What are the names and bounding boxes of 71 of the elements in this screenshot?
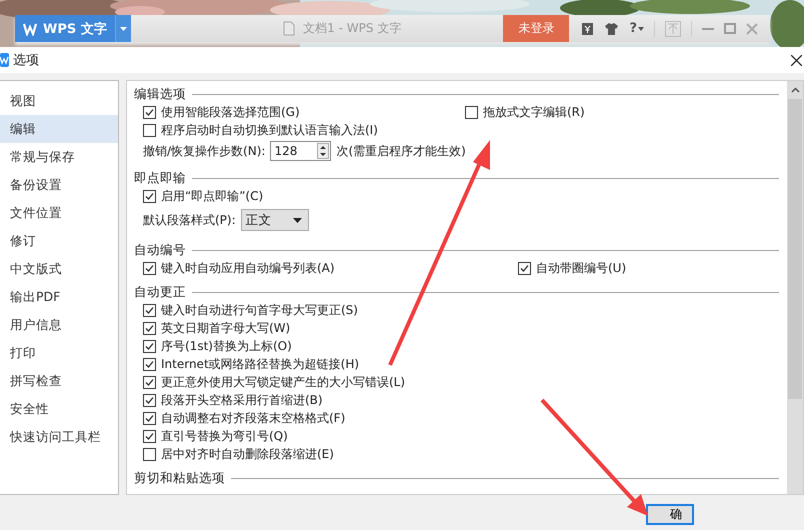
checkbox-label: 使用智能段落选择范围(G) xyxy=(161,104,300,120)
checkbox[interactable] xyxy=(143,124,156,136)
field-label: 撤销/恢复操作步数(N): xyxy=(143,142,266,160)
app-menu-button[interactable] xyxy=(115,15,131,42)
shirt-icon[interactable] xyxy=(604,22,620,36)
checkbox[interactable] xyxy=(143,262,156,274)
sidebar-item[interactable]: 编辑 xyxy=(0,115,118,143)
style-dropdown[interactable]: 正文 xyxy=(240,209,309,231)
checkbox-label: 键入时自动进行句首字母大写更正(S) xyxy=(161,302,358,318)
caret-icon xyxy=(120,26,127,30)
help-button[interactable]: ? xyxy=(629,21,644,36)
sidebar-item[interactable]: 拼写检查 xyxy=(0,367,118,395)
checkbox[interactable] xyxy=(143,358,156,370)
document-title: 文档1 - WPS 文字 xyxy=(303,20,402,37)
confirm-button[interactable]: 确 xyxy=(646,504,694,525)
section-title: 自动更正 xyxy=(134,284,186,300)
checkbox-label: 自动调整右对齐段落末空格格式(F) xyxy=(161,410,346,426)
sidebar-item[interactable]: 输出PDF xyxy=(0,283,118,311)
checkbox[interactable] xyxy=(143,106,156,118)
checkbox[interactable] xyxy=(143,394,156,406)
field-label: 默认段落样式(P): xyxy=(143,212,236,228)
sidebar-item[interactable]: 安全性 xyxy=(0,395,118,423)
section-title: 自动编号 xyxy=(134,242,186,258)
app-logo-button[interactable]: WPS 文字 xyxy=(15,15,115,42)
caret-icon xyxy=(638,26,644,30)
w-logo-icon xyxy=(23,22,37,36)
app-name: WPS 文字 xyxy=(43,20,107,38)
wallet-icon[interactable] xyxy=(581,22,594,36)
checkbox[interactable] xyxy=(143,190,156,202)
checkbox[interactable] xyxy=(143,376,156,388)
checkbox-label: 更正意外使用大写锁定键产生的大小写错误(L) xyxy=(161,374,406,390)
checkbox-label: 直引号替换为弯引号(Q) xyxy=(161,428,288,444)
sidebar-item[interactable]: 打印 xyxy=(0,339,118,367)
checkbox-label: 居中对齐时自动删除段落缩进(E) xyxy=(161,446,334,462)
checkbox-label: 拖放式文字编辑(R) xyxy=(483,104,585,120)
checkbox[interactable] xyxy=(518,262,531,274)
scroll-up-icon[interactable] xyxy=(790,87,800,93)
checkbox-label: 启用“即点即输”(C) xyxy=(161,188,264,204)
checkbox-label: 段落开头空格采用行首缩进(B) xyxy=(161,392,323,408)
section-title: 剪切和粘贴选项 xyxy=(134,470,225,486)
checkbox[interactable] xyxy=(143,322,156,334)
sidebar-item[interactable]: 文件位置 xyxy=(0,199,118,227)
section-title: 编辑选项 xyxy=(134,86,186,102)
sidebar-item[interactable]: 修订 xyxy=(0,227,118,255)
checkbox-label: 序号(1st)替换为上标(O) xyxy=(161,338,292,354)
checkbox[interactable] xyxy=(143,340,156,352)
close-icon[interactable] xyxy=(791,54,802,66)
checkbox[interactable] xyxy=(143,412,156,424)
checkbox-label: Internet或网络路径替换为超链接(H) xyxy=(161,356,360,372)
checkbox[interactable] xyxy=(465,106,478,118)
sidebar-item[interactable]: 视图 xyxy=(0,87,118,115)
checkbox[interactable] xyxy=(143,448,156,460)
sidebar-item[interactable]: 中文版式 xyxy=(0,255,118,283)
field-note: 次(需重启程序才能生效) xyxy=(336,142,466,160)
sidebar-item[interactable]: 备份设置 xyxy=(0,171,118,199)
checkbox-label: 英文日期首字母大写(W) xyxy=(161,320,290,336)
document-icon xyxy=(283,21,296,36)
sidebar-item[interactable]: 快速访问工具栏 xyxy=(0,423,118,451)
section-title: 即点即输 xyxy=(134,170,186,186)
checkbox[interactable] xyxy=(143,430,156,442)
checkbox-label: 键入时自动应用自动编号列表(A) xyxy=(161,260,335,276)
spin-arrows-icon[interactable] xyxy=(317,143,330,159)
checkbox[interactable] xyxy=(143,304,156,316)
checkbox-label: 程序启动时自动切换到默认语言输入法(I) xyxy=(161,122,378,138)
scrollbar[interactable] xyxy=(787,81,803,494)
sidebar-item[interactable]: 常规与保存 xyxy=(0,143,118,171)
sidebar-item[interactable]: 用户信息 xyxy=(0,311,118,339)
caret-icon xyxy=(292,218,302,222)
dialog-title: 选项 xyxy=(13,52,39,69)
number-spinner[interactable]: 128 xyxy=(270,141,332,161)
checkbox-label: 自动带圈编号(U) xyxy=(536,260,626,276)
